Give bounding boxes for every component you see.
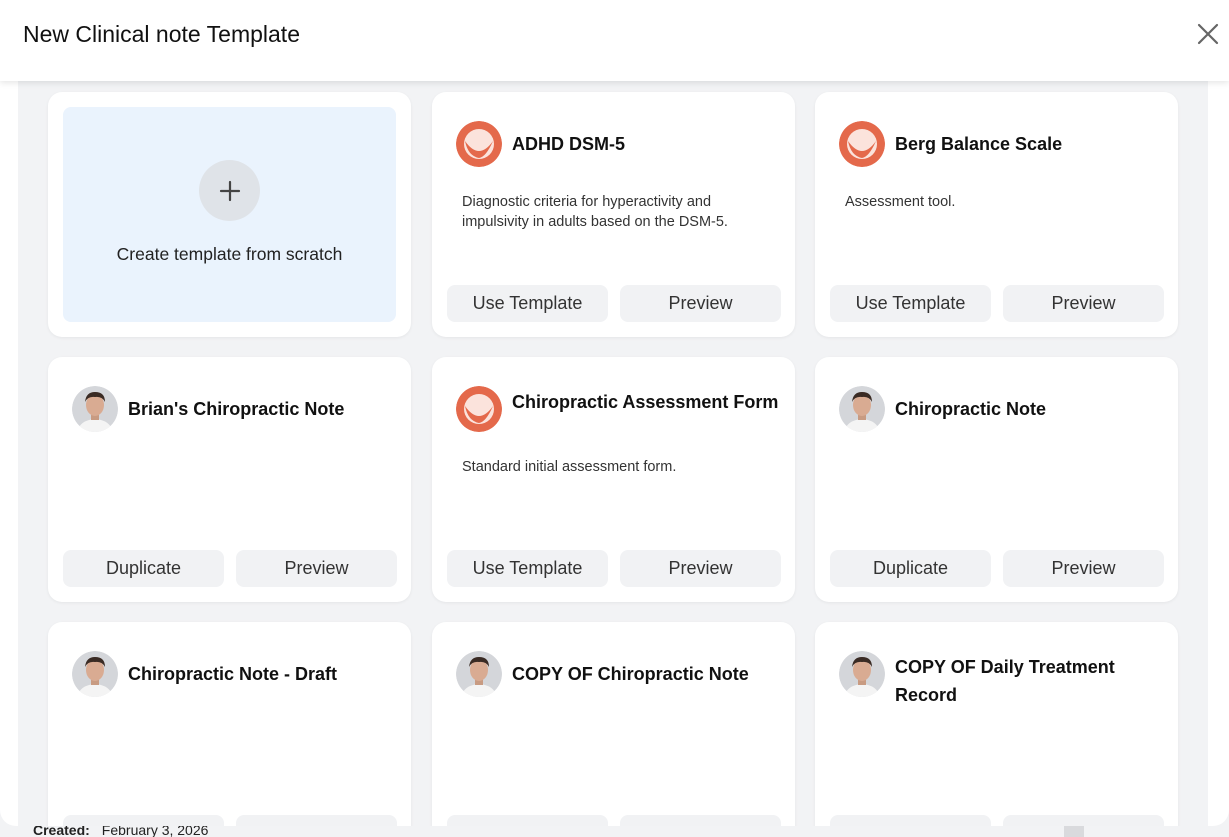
brand-logo-icon: [456, 386, 502, 432]
brand-logo-icon: [839, 121, 885, 167]
user-avatar: [839, 386, 885, 432]
template-title: COPY OF Daily Treatment Record: [895, 657, 1115, 705]
template-description: Assessment tool.: [845, 194, 956, 210]
user-avatar: [72, 386, 118, 432]
close-icon: [1197, 23, 1219, 45]
use-template-button[interactable]: Use Template: [447, 285, 608, 322]
duplicate-button[interactable]: [830, 815, 991, 826]
user-avatar: [72, 651, 118, 697]
modal-title: New Clinical note Template: [23, 21, 300, 47]
brand-logo-icon: [456, 121, 502, 167]
new-template-modal: New Clinical note Template Create templa…: [0, 0, 1229, 826]
user-avatar: [839, 651, 885, 697]
user-avatar: [456, 651, 502, 697]
preview-button[interactable]: Preview: [1003, 285, 1164, 322]
template-card: COPY OF Daily Treatment Record: [815, 622, 1178, 826]
preview-button[interactable]: Preview: [620, 550, 781, 587]
template-title: ADHD DSM-5: [512, 134, 626, 154]
template-card: Chiropractic Assessment Form Standard in…: [432, 357, 795, 602]
preview-button[interactable]: [236, 815, 397, 826]
template-title: Chiropractic Assessment Form: [512, 392, 779, 412]
create-from-scratch-button[interactable]: Create template from scratch: [63, 107, 396, 322]
template-card: Chiropractic Note - Draft: [48, 622, 411, 826]
scratch-label: Create template from scratch: [116, 244, 343, 264]
duplicate-button[interactable]: Duplicate: [63, 550, 224, 587]
template-card: Chiropractic Note Duplicate Preview: [815, 357, 1178, 602]
template-card: ADHD DSM-5 Diagnostic criteria for hyper…: [432, 92, 795, 337]
duplicate-button[interactable]: [63, 815, 224, 826]
modal-header: New Clinical note Template: [0, 0, 1229, 81]
preview-button[interactable]: Preview: [620, 285, 781, 322]
template-title: Brian's Chiropractic Note: [128, 399, 345, 419]
use-template-button[interactable]: Use Template: [447, 550, 608, 587]
use-template-button[interactable]: Use Template: [830, 285, 991, 322]
scratch-card: Create template from scratch: [48, 92, 411, 337]
preview-button[interactable]: [620, 815, 781, 826]
template-card: Berg Balance Scale Assessment tool. Use …: [815, 92, 1178, 337]
duplicate-button[interactable]: [447, 815, 608, 826]
template-title: Berg Balance Scale: [895, 134, 1063, 154]
template-card: COPY OF Chiropractic Note: [432, 622, 795, 826]
duplicate-button[interactable]: Duplicate: [830, 550, 991, 587]
template-grid: Create template from scratch ADHD DSM-5 …: [18, 81, 1208, 826]
template-card: Brian's Chiropractic Note Duplicate Prev…: [48, 357, 411, 602]
preview-button[interactable]: [1003, 815, 1164, 826]
plus-icon: [199, 160, 260, 221]
template-title: COPY OF Chiropractic Note: [512, 664, 749, 684]
template-title: Chiropractic Note: [895, 399, 1047, 419]
preview-button[interactable]: Preview: [236, 550, 397, 587]
template-title: Chiropractic Note - Draft: [128, 664, 338, 684]
template-description: Standard initial assessment form.: [462, 459, 677, 475]
template-description: Diagnostic criteria for hyperactivity an…: [462, 194, 728, 230]
preview-button[interactable]: Preview: [1003, 550, 1164, 587]
close-button[interactable]: [1194, 20, 1222, 48]
